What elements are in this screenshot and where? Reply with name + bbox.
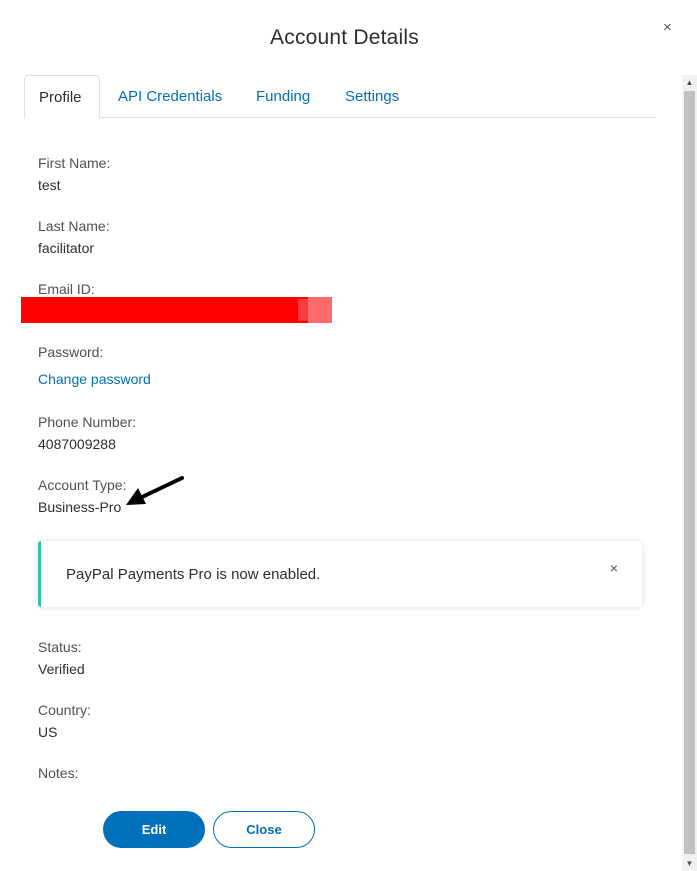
scroll-thumb[interactable] <box>684 91 695 854</box>
redaction-edge <box>308 297 332 323</box>
close-button[interactable]: Close <box>213 811 315 848</box>
last-name-value: facilitator <box>38 240 95 256</box>
alert-message: PayPal Payments Pro is now enabled. <box>66 566 321 583</box>
email-redaction <box>21 297 332 323</box>
phone-value: 4087009288 <box>38 436 116 452</box>
email-label: Email ID: <box>38 281 95 297</box>
account-type-value: Business-Pro <box>38 499 122 515</box>
tab-api-credentials[interactable]: API Credentials <box>118 75 222 118</box>
scroll-down-icon[interactable]: ▼ <box>682 856 697 871</box>
scroll-up-icon[interactable]: ▲ <box>682 75 697 90</box>
last-name-label: Last Name: <box>38 218 110 234</box>
close-icon[interactable]: × <box>663 20 672 36</box>
phone-label: Phone Number: <box>38 414 137 430</box>
change-password-link[interactable]: Change password <box>38 371 151 387</box>
password-label: Password: <box>38 344 104 360</box>
success-alert: PayPal Payments Pro is now enabled. × <box>38 541 642 607</box>
account-type-label: Account Type: <box>38 477 127 493</box>
first-name-label: First Name: <box>38 155 111 171</box>
country-value: US <box>38 724 58 740</box>
edit-button[interactable]: Edit <box>103 811 205 848</box>
modal-title: Account Details <box>270 26 419 49</box>
first-name-value: test <box>38 177 61 193</box>
redaction-edge <box>298 299 308 321</box>
status-value: Verified <box>38 661 85 677</box>
status-label: Status: <box>38 639 82 655</box>
tab-profile[interactable]: Profile <box>24 75 100 119</box>
country-label: Country: <box>38 702 91 718</box>
scrollbar[interactable]: ▲ ▼ <box>682 75 697 871</box>
tab-settings[interactable]: Settings <box>345 75 399 118</box>
annotation-arrow-icon <box>126 476 184 505</box>
tab-bar: Profile API Credentials Funding Settings <box>24 75 657 119</box>
tab-funding[interactable]: Funding <box>256 75 310 118</box>
notes-label: Notes: <box>38 765 79 781</box>
alert-close-icon[interactable]: × <box>610 560 618 576</box>
